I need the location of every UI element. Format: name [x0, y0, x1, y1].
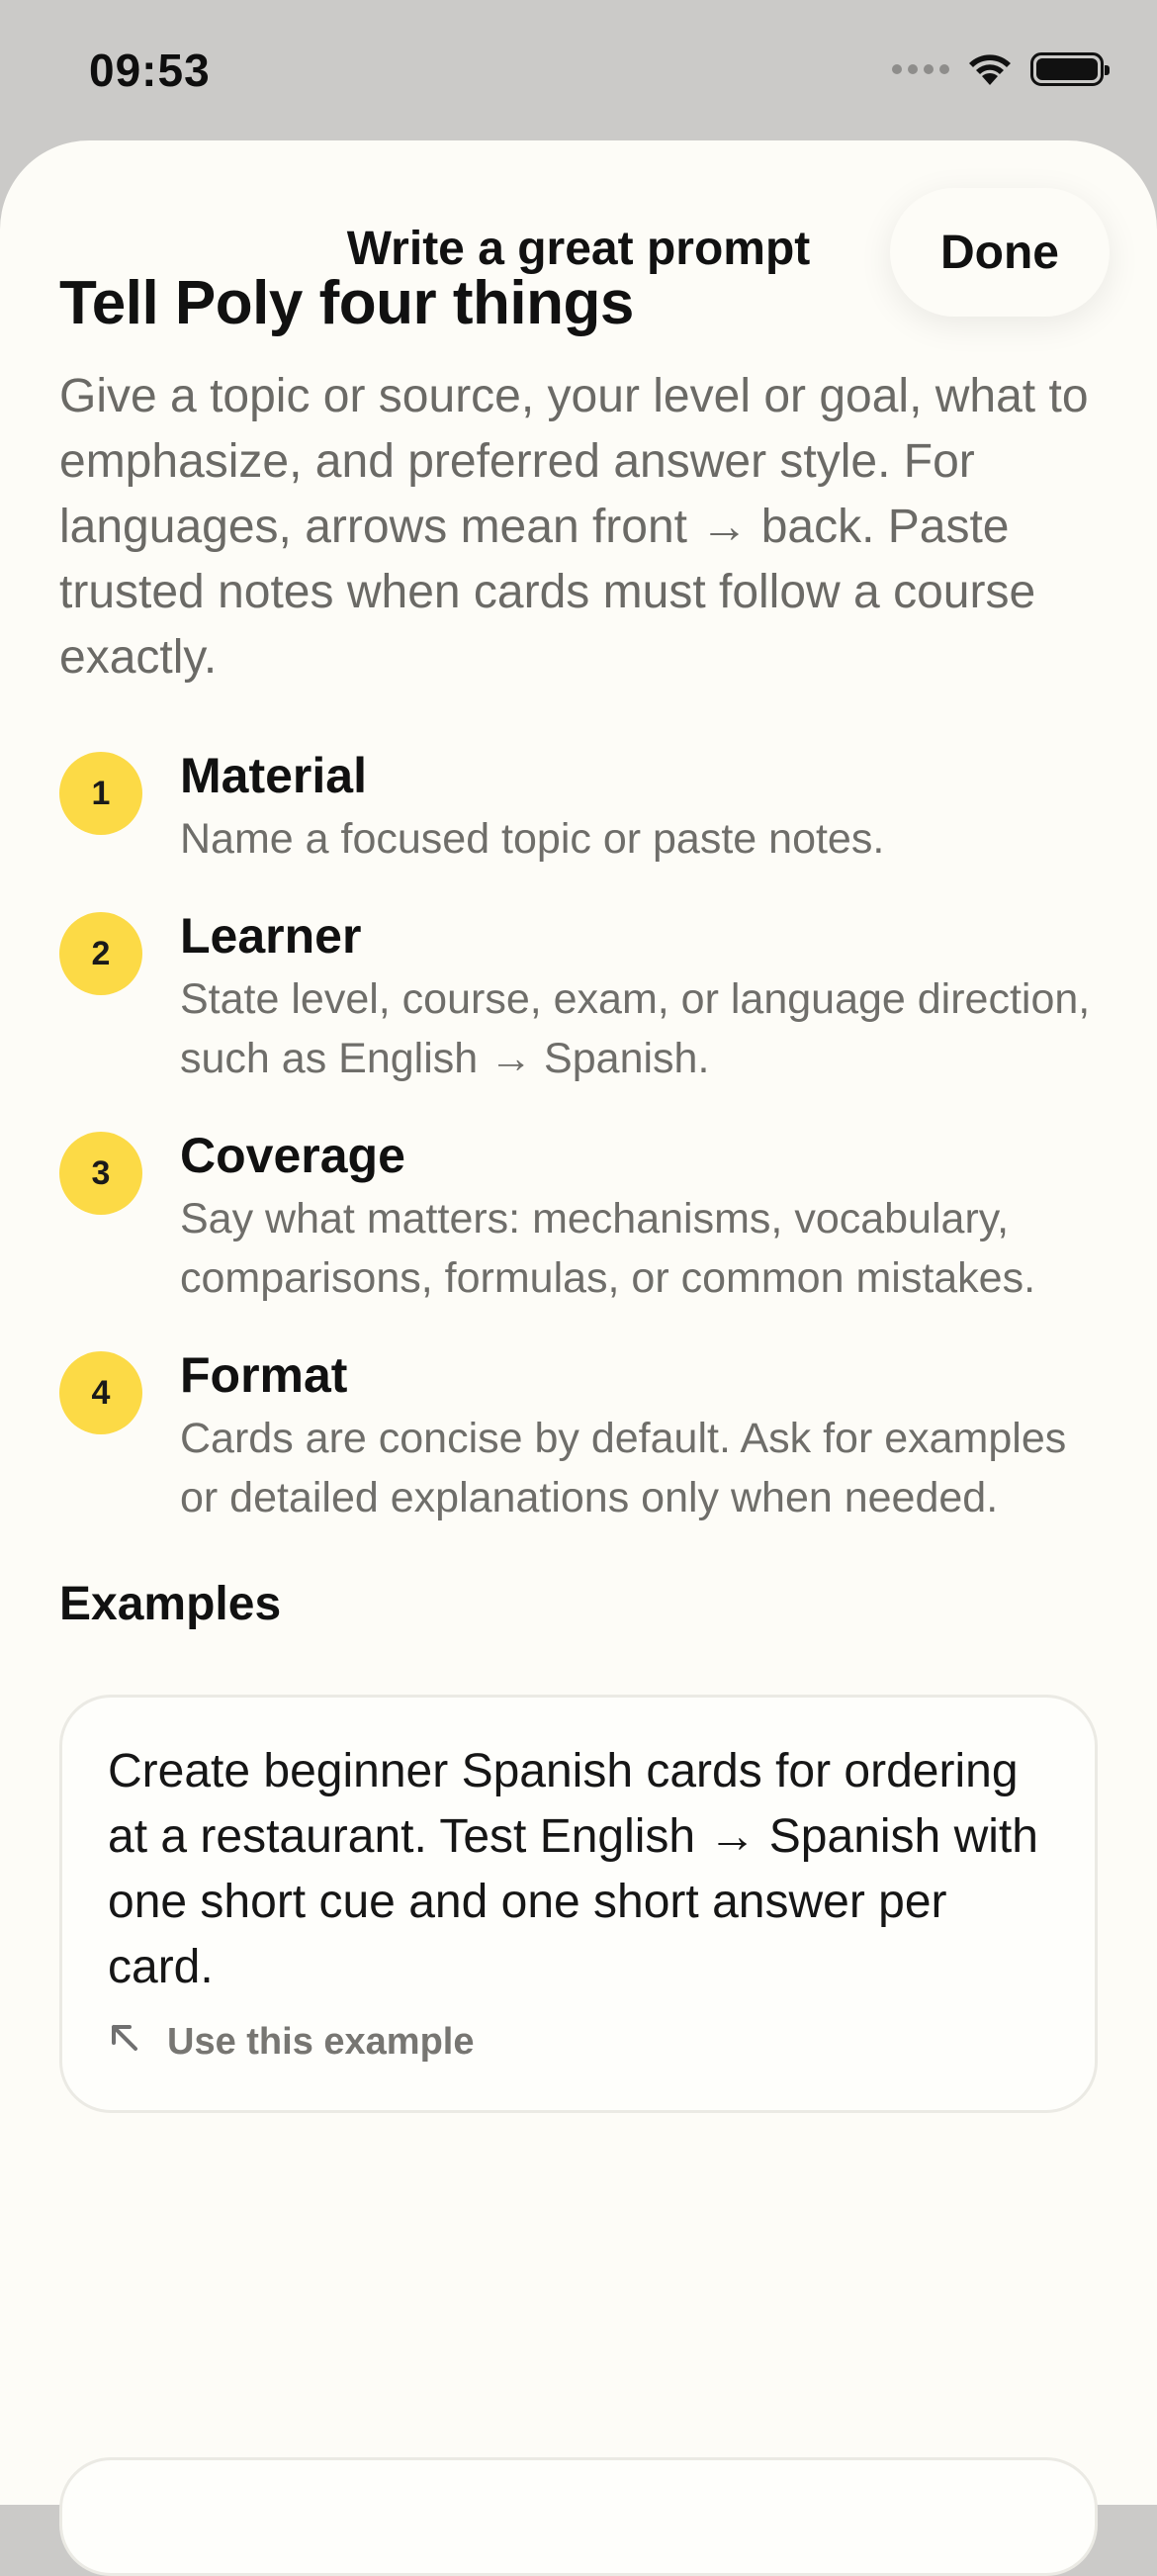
wifi-icon	[969, 54, 1011, 85]
page-headline: Tell Poly four things	[59, 269, 634, 337]
steps-list: 1 Material Name a focused topic or paste…	[59, 746, 1098, 1527]
step-coverage: 3 Coverage Say what matters: mechanisms,…	[59, 1126, 1098, 1308]
guide-content: Tell Poly four things Give a topic or so…	[59, 267, 1098, 2114]
step-title: Coverage	[180, 1128, 405, 1184]
example-text: Create beginner Spanish cards for orderi…	[108, 1745, 1038, 1994]
step-material: 1 Material Name a focused topic or paste…	[59, 746, 1098, 869]
step-body: Coverage Say what matters: mechanisms, v…	[180, 1126, 1098, 1308]
step-title: Material	[180, 748, 367, 804]
status-time: 09:53	[89, 45, 211, 96]
use-example-label: Use this example	[167, 2021, 475, 2064]
step-description: Say what matters: mechanisms, vocabulary…	[180, 1195, 1036, 1303]
step-description: State level, course, exam, or language d…	[180, 975, 1091, 1083]
status-icons	[892, 51, 1110, 87]
step-number-badge: 4	[59, 1351, 142, 1435]
step-description: Name a focused topic or paste notes.	[180, 815, 885, 864]
use-example-button[interactable]: Use this example	[108, 2020, 1049, 2065]
step-title: Format	[180, 1347, 348, 1404]
step-number-badge: 3	[59, 1132, 142, 1216]
step-body: Material Name a focused topic or paste n…	[180, 746, 884, 869]
intro-text: Give a topic or source, your level or go…	[59, 370, 1089, 685]
step-format: 4 Format Cards are concise by default. A…	[59, 1345, 1098, 1527]
examples-heading: Examples	[59, 1578, 282, 1631]
step-number-badge: 1	[59, 752, 142, 836]
step-body: Format Cards are concise by default. Ask…	[180, 1345, 1098, 1527]
step-title: Learner	[180, 908, 362, 965]
step-learner: 2 Learner State level, course, exam, or …	[59, 906, 1098, 1088]
step-body: Learner State level, course, exam, or la…	[180, 906, 1098, 1088]
status-bar: 09:53	[0, 0, 1157, 140]
example-card[interactable]	[59, 2457, 1098, 2576]
step-number-badge: 2	[59, 912, 142, 996]
example-card[interactable]: Create beginner Spanish cards for orderi…	[59, 1695, 1098, 2114]
cellular-signal-icon	[892, 64, 949, 74]
arrow-up-left-icon	[108, 2020, 141, 2065]
step-description: Cards are concise by default. Ask for ex…	[180, 1415, 1067, 1522]
battery-icon	[1030, 52, 1110, 86]
